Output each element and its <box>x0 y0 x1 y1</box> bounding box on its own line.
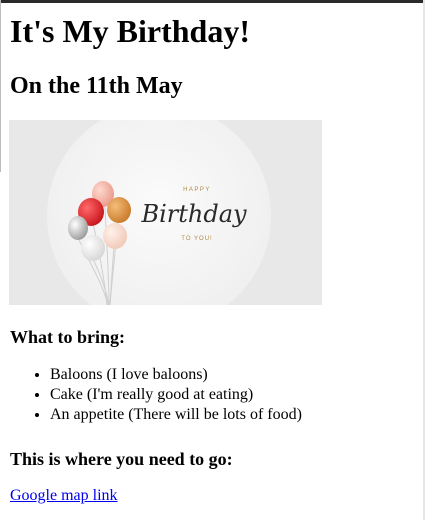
what-to-bring-heading: What to bring: <box>10 327 126 347</box>
to-you-text: TO YOU! <box>181 236 212 242</box>
white-balloon <box>81 235 105 261</box>
birthday-image-graphic: HAPPY Birthday TO YOU! <box>9 120 322 305</box>
list-item: Baloons (I love baloons) <box>50 365 302 385</box>
orange-balloon <box>107 197 131 223</box>
happy-text: HAPPY <box>183 187 211 193</box>
google-map-link[interactable]: Google map link <box>10 486 118 506</box>
page-title: It's My Birthday! <box>10 13 250 49</box>
bring-list: Baloons (I love baloons) Cake (I'm reall… <box>10 365 302 425</box>
birthday-image: HAPPY Birthday TO YOU! <box>9 120 322 305</box>
list-item: Cake (I'm really good at eating) <box>50 385 302 405</box>
silver-balloon <box>68 216 88 240</box>
left-edge-marker <box>0 0 1 172</box>
list-item: An appetite (There will be lots of food) <box>50 405 302 425</box>
directions-heading: This is where you need to go: <box>10 449 233 469</box>
browser-top-edge <box>0 0 425 3</box>
peach-balloon <box>103 223 127 249</box>
date-heading: On the 11th May <box>10 73 183 99</box>
birthday-script-text: Birthday <box>140 200 247 228</box>
